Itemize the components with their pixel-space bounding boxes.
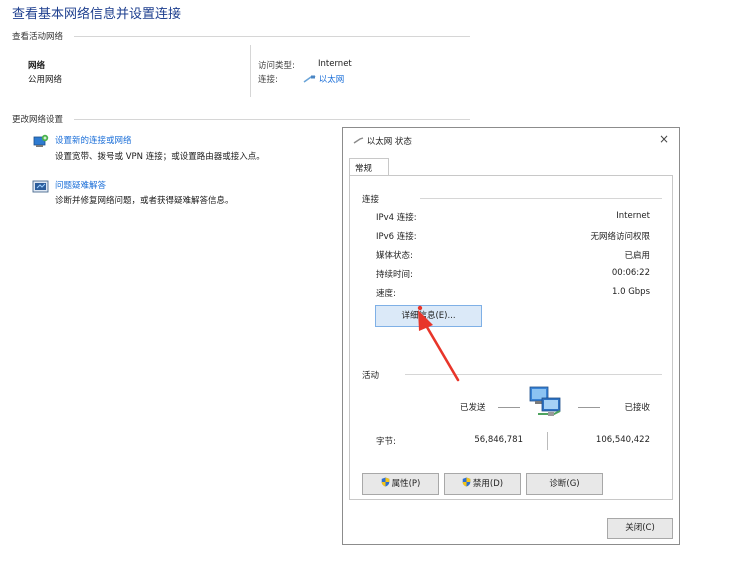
bytes-sent-value: 56,846,781 [474, 435, 523, 445]
ethernet-status-dialog: 以太网 状态 × 常规 连接 IPv4 连接: Internet IPv6 连接… [342, 127, 680, 545]
connection-group-label: 连接 [362, 195, 380, 205]
sent-line [498, 407, 520, 408]
ipv4-label: IPv4 连接: [376, 213, 417, 223]
bytes-label: 字节: [376, 437, 396, 447]
diagnose-button[interactable]: 诊断(G) [526, 473, 603, 495]
troubleshoot-desc: 诊断并修复网络问题，或者获得疑难解答信息。 [55, 196, 234, 206]
troubleshoot-link[interactable]: 问题疑难解答 [55, 179, 106, 191]
network-computers-icon [524, 384, 568, 423]
network-type: 公用网络 [28, 75, 63, 85]
dialog-title: 以太网 状态 [366, 137, 412, 147]
access-type-value: Internet [318, 59, 352, 69]
received-label: 已接收 [624, 403, 650, 413]
ethernet-connection-label: 以太网 [318, 75, 345, 85]
disable-button-label: 禁用(D) [472, 479, 504, 489]
access-type-label: 访问类型: [258, 61, 295, 71]
general-panel: 连接 IPv4 连接: Internet IPv6 连接: 无网络访问权限 媒体… [349, 175, 673, 500]
active-networks-label: 查看活动网络 [12, 32, 64, 42]
tab-general[interactable]: 常规 [349, 158, 389, 176]
duration-label: 持续时间: [376, 270, 413, 280]
media-state-label: 媒体状态: [376, 251, 413, 261]
network-vertical-divider [250, 45, 251, 97]
close-button[interactable]: 关闭(C) [607, 518, 673, 539]
activity-group-label: 活动 [362, 371, 380, 381]
sent-label: 已发送 [460, 403, 486, 413]
active-networks-divider [74, 36, 470, 37]
ipv6-label: IPv6 连接: [376, 232, 417, 242]
ethernet-cable-icon [353, 137, 364, 144]
duration-value: 00:06:22 [611, 268, 650, 278]
network-name: 网络 [28, 61, 46, 71]
properties-button[interactable]: 属性(P) [362, 473, 439, 495]
change-settings-divider [74, 119, 470, 120]
page-title: 查看基本网络信息并设置连接 [12, 7, 182, 22]
bytes-received-value: 106,540,422 [595, 435, 650, 445]
ipv6-value: 无网络访问权限 [590, 232, 650, 242]
troubleshoot-icon[interactable] [32, 179, 50, 195]
uac-shield-icon [462, 477, 471, 487]
speed-value: 1.0 Gbps [611, 287, 650, 297]
ethernet-cable-icon [303, 75, 316, 83]
change-settings-label: 更改网络设置 [12, 115, 64, 125]
media-state-value: 已启用 [624, 251, 650, 261]
setup-new-connection-desc: 设置宽带、拨号或 VPN 连接；或设置路由器或接入点。 [55, 152, 265, 162]
properties-button-label: 属性(P) [391, 479, 421, 489]
connection-group-divider [420, 198, 662, 199]
bytes-divider [547, 432, 548, 450]
received-line [578, 407, 600, 408]
connection-label: 连接: [258, 75, 278, 85]
ethernet-connection-link[interactable]: 以太网 [303, 73, 344, 85]
speed-label: 速度: [376, 289, 396, 299]
close-icon[interactable]: × [659, 132, 669, 146]
annotation-arrow-icon [417, 305, 460, 382]
uac-shield-icon [381, 477, 389, 487]
disable-button[interactable]: 禁用(D) [444, 473, 521, 495]
network-setup-icon[interactable] [32, 134, 50, 150]
setup-new-connection-link[interactable]: 设置新的连接或网络 [55, 134, 132, 146]
ipv4-value: Internet [616, 211, 650, 221]
dialog-title-bar: 以太网 状态 [353, 135, 412, 147]
